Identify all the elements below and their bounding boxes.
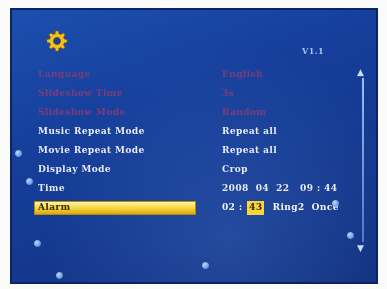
scrollbar[interactable]: ▲ ▼ bbox=[357, 68, 369, 254]
menu-item-label: Movie Repeat Mode bbox=[38, 146, 145, 156]
menu-item-value: Random bbox=[222, 108, 267, 118]
menu-item-value: 2008 04 22 09 : 44 bbox=[222, 184, 338, 194]
menu-item-label: Slideshow Time bbox=[38, 89, 123, 99]
menu-item-label: Slideshow Mode bbox=[38, 108, 126, 118]
menu-item-label: Time bbox=[38, 184, 65, 194]
bubble-decoration bbox=[347, 232, 354, 239]
menu-item-label: Display Mode bbox=[38, 165, 111, 175]
menu-item-time[interactable]: Time 2008 04 22 09 : 44 bbox=[12, 182, 352, 196]
bubble-decoration bbox=[34, 240, 41, 247]
menu-item-value: English bbox=[222, 70, 263, 80]
menu-item-alarm[interactable]: Alarm 02 : 43 Ring2 Once bbox=[12, 201, 352, 215]
menu-item-slideshow-time[interactable]: Slideshow Time 3s bbox=[12, 87, 352, 101]
alarm-minute[interactable]: 43 bbox=[247, 201, 265, 215]
menu-item-language[interactable]: Language English bbox=[12, 68, 352, 82]
gear-icon bbox=[46, 30, 68, 52]
scroll-track[interactable] bbox=[362, 78, 364, 242]
alarm-hour[interactable]: 02 bbox=[222, 203, 235, 213]
menu-item-value: 3s bbox=[222, 89, 235, 99]
alarm-setting: 02 : 43 Ring2 Once bbox=[222, 201, 339, 215]
bubble-decoration bbox=[202, 262, 209, 269]
menu-item-slideshow-mode[interactable]: Slideshow Mode Random bbox=[12, 106, 352, 120]
settings-screen: V1.1 Language English Slideshow Time 3s … bbox=[10, 8, 378, 284]
menu-item-value: Repeat all bbox=[222, 127, 278, 137]
alarm-tone[interactable]: Ring2 bbox=[273, 203, 305, 213]
bubble-decoration bbox=[332, 200, 339, 207]
scroll-down-arrow-icon[interactable]: ▼ bbox=[357, 244, 364, 254]
bubble-decoration bbox=[15, 150, 22, 157]
firmware-version: V1.1 bbox=[302, 46, 325, 56]
menu-item-value: Repeat all bbox=[222, 146, 278, 156]
alarm-separator: : bbox=[238, 203, 243, 213]
menu-item-display-mode[interactable]: Display Mode Crop bbox=[12, 163, 352, 177]
scroll-up-arrow-icon[interactable]: ▲ bbox=[357, 68, 364, 78]
menu-item-label: Language bbox=[38, 70, 91, 80]
menu-item-value: Crop bbox=[222, 165, 248, 175]
menu-item-movie-repeat-mode[interactable]: Movie Repeat Mode Repeat all bbox=[12, 144, 352, 158]
menu-item-label: Alarm bbox=[38, 203, 71, 213]
menu-item-label: Music Repeat Mode bbox=[38, 127, 145, 137]
bubble-decoration bbox=[56, 272, 63, 279]
menu-item-music-repeat-mode[interactable]: Music Repeat Mode Repeat all bbox=[12, 125, 352, 139]
bubble-decoration bbox=[26, 178, 33, 185]
